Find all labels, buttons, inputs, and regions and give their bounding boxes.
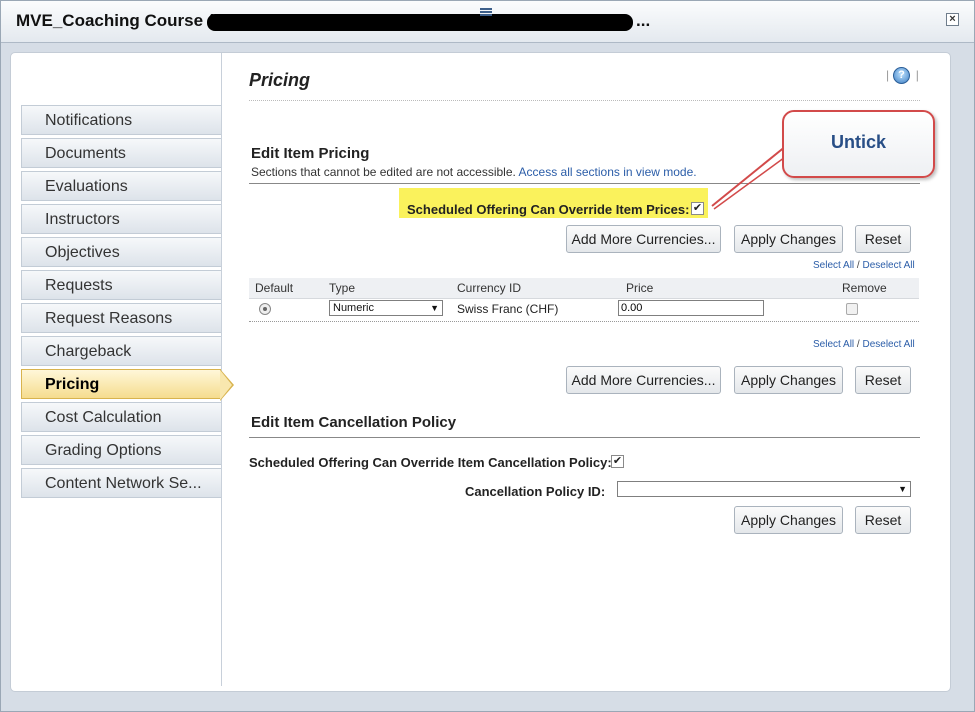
page-title: Pricing	[249, 70, 311, 90]
apply-changes-button[interactable]: Apply Changes	[734, 506, 843, 534]
close-button[interactable]: ×	[946, 13, 959, 26]
sidebar-item-label: Documents	[45, 145, 126, 162]
type-select[interactable]: Numeric ▼	[329, 300, 443, 316]
currency-id-cell: Swiss Franc (CHF)	[457, 302, 559, 316]
drag-handle-icon[interactable]	[480, 8, 492, 17]
override-prices-label: Scheduled Offering Can Override Item Pri…	[407, 202, 690, 217]
remove-checkbox[interactable]	[846, 303, 858, 315]
sidebar-item-content-network[interactable]: Content Network Se...	[21, 468, 221, 498]
sidebar-item-label: Chargeback	[45, 343, 132, 360]
override-prices-checkbox[interactable]: ✔	[691, 202, 704, 215]
column-header-remove: Remove	[842, 281, 887, 295]
sidebar-item-notifications[interactable]: Notifications	[21, 105, 221, 135]
column-header-price: Price	[626, 281, 654, 295]
sidebar-item-pricing[interactable]: Pricing	[21, 369, 221, 399]
sidebar-item-instructors[interactable]: Instructors	[21, 204, 221, 234]
sidebar-item-label: Pricing	[45, 376, 100, 393]
select-links-bottom: Select All / Deselect All	[813, 339, 915, 350]
view-mode-link[interactable]: Access all sections in view mode.	[519, 165, 697, 179]
price-input[interactable]	[618, 300, 764, 316]
column-header-default: Default	[255, 281, 294, 295]
sidebar-item-cost-calculation[interactable]: Cost Calculation	[21, 402, 221, 432]
cancellation-section-title: Edit Item Cancellation Policy	[251, 414, 457, 431]
sidebar-item-requests[interactable]: Requests	[21, 270, 221, 300]
sidebar-item-label: Cost Calculation	[45, 409, 162, 426]
pricing-divider	[249, 183, 920, 184]
untick-callout: Untick	[782, 110, 935, 178]
sidebar-item-grading-options[interactable]: Grading Options	[21, 435, 221, 465]
sidebar-item-label: Evaluations	[45, 178, 128, 195]
cancellation-policy-select[interactable]: ▼	[617, 481, 911, 497]
reset-button[interactable]: Reset	[855, 506, 911, 534]
sidebar-item-label: Objectives	[45, 244, 120, 261]
sidebar-item-label: Request Reasons	[45, 310, 173, 327]
apply-changes-button[interactable]: Apply Changes	[734, 225, 843, 253]
help-icon[interactable]: ?	[893, 67, 910, 84]
cancellation-divider	[249, 437, 920, 438]
add-currencies-button[interactable]: Add More Currencies...	[566, 366, 721, 394]
title-bar[interactable]: MVE_Coaching Course ( ... ×	[1, 1, 974, 43]
add-currencies-button[interactable]: Add More Currencies...	[566, 225, 721, 253]
reset-button[interactable]: Reset	[855, 225, 911, 253]
type-select-value: Numeric	[333, 302, 374, 314]
window-title-suffix: ...	[636, 11, 651, 30]
dropdown-arrow-icon: ▼	[430, 303, 439, 313]
column-header-type: Type	[329, 281, 356, 295]
override-cancellation-label: Scheduled Offering Can Override Item Can…	[249, 455, 612, 470]
cancellation-policy-label: Cancellation Policy ID:	[465, 484, 606, 499]
sidebar-item-evaluations[interactable]: Evaluations	[21, 171, 221, 201]
deselect-all-link[interactable]: Deselect All	[862, 260, 914, 271]
active-item-pointer-fill	[220, 370, 232, 400]
pricing-section-note: Sections that cannot be edited are not a…	[251, 165, 697, 179]
sidebar-item-documents[interactable]: Documents	[21, 138, 221, 168]
override-cancellation-checkbox[interactable]: ✔	[611, 455, 624, 468]
sidebar-item-label: Requests	[45, 277, 113, 294]
redacted-title-block	[207, 14, 633, 31]
default-radio[interactable]	[259, 303, 271, 315]
heading-divider	[249, 100, 920, 101]
select-links-top: Select All / Deselect All	[813, 260, 915, 271]
pricing-section-title: Edit Item Pricing	[251, 145, 370, 162]
sidebar-item-objectives[interactable]: Objectives	[21, 237, 221, 267]
column-header-currency: Currency ID	[457, 281, 522, 295]
deselect-all-link[interactable]: Deselect All	[862, 339, 914, 350]
reset-button[interactable]: Reset	[855, 366, 911, 394]
sidebar-item-label: Content Network Se...	[45, 475, 202, 492]
select-all-link[interactable]: Select All	[813, 260, 854, 271]
apply-changes-button[interactable]: Apply Changes	[734, 366, 843, 394]
sidebar-item-chargeback[interactable]: Chargeback	[21, 336, 221, 366]
select-all-link[interactable]: Select All	[813, 339, 854, 350]
sidebar-item-request-reasons[interactable]: Request Reasons	[21, 303, 221, 333]
window-title: MVE_Coaching Course (	[16, 11, 214, 30]
link-separator: /	[856, 339, 860, 350]
note-text: Sections that cannot be edited are not a…	[251, 165, 516, 179]
sidebar-item-label: Instructors	[45, 211, 120, 228]
link-separator: /	[856, 260, 860, 271]
dropdown-arrow-icon: ▼	[898, 484, 907, 494]
sidebar-item-label: Notifications	[45, 112, 133, 129]
sidebar-item-label: Grading Options	[45, 442, 162, 459]
